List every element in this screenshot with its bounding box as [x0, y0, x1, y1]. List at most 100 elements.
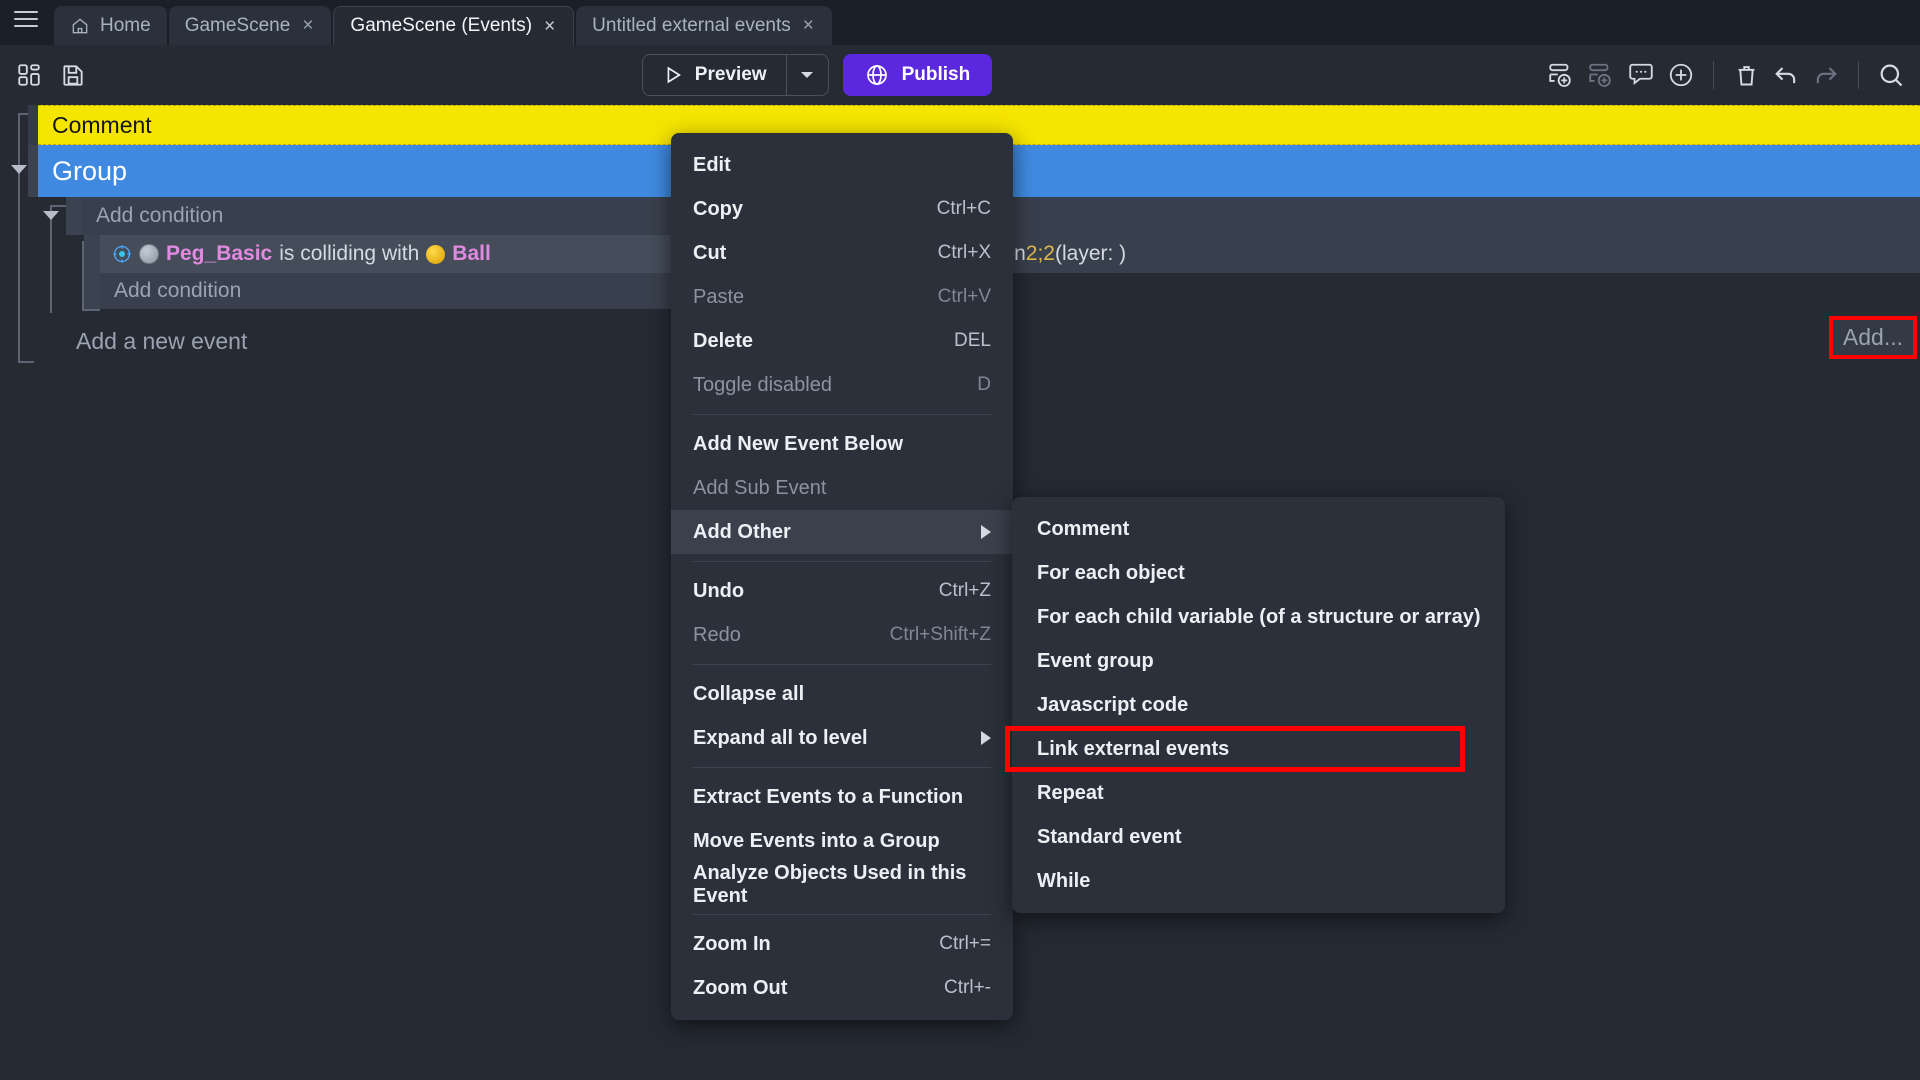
tab-bar: Home GameScene × GameScene (Events) × Un…	[0, 0, 1920, 45]
condition-gutter	[84, 235, 100, 309]
menu-item-add-sub-event: Add Sub Event	[671, 466, 1013, 510]
menu-item-shortcut: Ctrl+-	[944, 977, 991, 999]
submenu-item-label: For each child variable (of a structure …	[1037, 606, 1480, 629]
collapse-event-caret-icon[interactable]	[43, 211, 59, 220]
action-position-value: 2;2	[1026, 242, 1055, 266]
menu-item-label: Move Events into a Group	[693, 830, 940, 853]
submenu-item-link-external-events[interactable]: Link external events	[1012, 727, 1505, 771]
ball-circle-icon	[426, 245, 445, 264]
menu-item-copy[interactable]: Copy Ctrl+C	[671, 187, 1013, 231]
chevron-down-icon	[799, 67, 815, 83]
tab-home[interactable]: Home	[54, 6, 167, 45]
menu-item-edit[interactable]: Edit	[671, 143, 1013, 187]
submenu-item-for-each-object[interactable]: For each object	[1012, 551, 1505, 595]
tab-untitled-external-events[interactable]: Untitled external events ×	[576, 6, 832, 45]
menu-item-redo: Redo Ctrl+Shift+Z	[671, 613, 1013, 657]
tab-label: GameScene (Events)	[350, 15, 532, 37]
menu-item-zoom-in[interactable]: Zoom In Ctrl+=	[671, 922, 1013, 966]
submenu-item-standard-event[interactable]: Standard event	[1012, 815, 1505, 859]
open-project-manager-icon[interactable]	[14, 60, 44, 90]
submenu-item-label: Standard event	[1037, 826, 1181, 849]
menu-item-label: Edit	[693, 154, 731, 177]
subevent-gutter	[66, 197, 82, 235]
add-event-icon[interactable]	[1546, 60, 1576, 90]
add-button[interactable]: Add...	[1833, 320, 1913, 355]
menu-item-label: Add Sub Event	[693, 477, 826, 500]
submenu-item-label: Javascript code	[1037, 694, 1188, 717]
menu-separator	[693, 914, 991, 915]
comment-text[interactable]: Comment	[52, 112, 152, 139]
add-comment-icon[interactable]	[1626, 60, 1656, 90]
menu-item-add-other[interactable]: Add Other	[671, 510, 1013, 554]
menu-separator	[693, 561, 991, 562]
submenu-item-event-group[interactable]: Event group	[1012, 639, 1505, 683]
menu-item-undo[interactable]: Undo Ctrl+Z	[671, 569, 1013, 613]
menu-item-shortcut: Ctrl+C	[937, 198, 991, 220]
menu-item-shortcut: DEL	[954, 330, 991, 352]
menu-separator	[693, 664, 991, 665]
submenu-item-label: While	[1037, 870, 1090, 893]
menu-item-cut[interactable]: Cut Ctrl+X	[671, 231, 1013, 275]
peg-circle-icon	[139, 244, 159, 264]
preview-dropdown-button[interactable]	[786, 55, 828, 95]
home-icon	[70, 16, 90, 36]
undo-icon[interactable]	[1771, 60, 1801, 90]
menu-item-extract-events-to-a-function[interactable]: Extract Events to a Function	[671, 775, 1013, 819]
condition-middle-text: is colliding with	[279, 242, 419, 266]
submenu-item-for-each-child-variable[interactable]: For each child variable (of a structure …	[1012, 595, 1505, 639]
add-other-icon[interactable]	[1666, 60, 1696, 90]
submenu-arrow-icon	[981, 731, 991, 745]
collapse-group-caret-icon[interactable]	[11, 165, 27, 174]
submenu-item-javascript-code[interactable]: Javascript code	[1012, 683, 1505, 727]
add-other-submenu: Comment For each object For each child v…	[1012, 497, 1505, 913]
submenu-item-comment[interactable]: Comment	[1012, 507, 1505, 551]
add-condition-label: Add condition	[96, 204, 223, 228]
menu-item-shortcut: Ctrl+V	[938, 286, 991, 308]
menu-item-label: Redo	[693, 624, 741, 647]
condition-object-b: Ball	[452, 242, 491, 266]
menu-item-add-new-event-below[interactable]: Add New Event Below	[671, 422, 1013, 466]
publish-button[interactable]: Publish	[843, 54, 993, 96]
toolbar-left-group	[0, 60, 88, 90]
delete-icon[interactable]	[1731, 60, 1761, 90]
menu-separator	[693, 414, 991, 415]
hamburger-icon[interactable]	[0, 0, 52, 45]
submenu-item-label: Event group	[1037, 650, 1154, 673]
toolbar-separator	[1713, 61, 1714, 89]
tree-line	[18, 113, 20, 363]
group-title[interactable]: Group	[52, 156, 127, 187]
submenu-item-while[interactable]: While	[1012, 859, 1505, 903]
menu-item-move-events-into-a-group[interactable]: Move Events into a Group	[671, 819, 1013, 863]
tab-close-icon[interactable]: ×	[300, 16, 315, 35]
toolbar-center-group: Preview Publish	[88, 54, 1546, 96]
search-icon[interactable]	[1876, 60, 1906, 90]
action-row[interactable]: Basic at position 2;2 (layer: )	[860, 235, 1920, 273]
menu-item-toggle-disabled: Toggle disabled D	[671, 363, 1013, 407]
menu-item-collapse-all[interactable]: Collapse all	[671, 672, 1013, 716]
menu-item-expand-all-to-level[interactable]: Expand all to level	[671, 716, 1013, 760]
tab-gamescene[interactable]: GameScene ×	[169, 6, 332, 45]
add-sub-event-icon[interactable]	[1586, 60, 1616, 90]
submenu-item-repeat[interactable]: Repeat	[1012, 771, 1505, 815]
tab-close-icon[interactable]: ×	[801, 16, 816, 35]
toolbar-separator	[1858, 61, 1859, 89]
menu-item-zoom-out[interactable]: Zoom Out Ctrl+-	[671, 966, 1013, 1010]
tree-line	[50, 205, 66, 207]
menu-item-delete[interactable]: Delete DEL	[671, 319, 1013, 363]
play-icon	[662, 64, 684, 86]
menu-item-label: Collapse all	[693, 683, 804, 706]
tab-close-icon[interactable]: ×	[542, 17, 557, 36]
redo-icon[interactable]	[1811, 60, 1841, 90]
menu-item-label: Analyze Objects Used in this Event	[693, 862, 991, 908]
tab-gamescene-events[interactable]: GameScene (Events) ×	[333, 6, 574, 45]
tree-line	[18, 361, 34, 363]
menu-item-shortcut: D	[977, 374, 991, 396]
tree-line	[82, 309, 100, 311]
menu-item-shortcut: Ctrl+Shift+Z	[890, 624, 991, 646]
menu-item-label: Add Other	[693, 521, 791, 544]
preview-button[interactable]: Preview	[643, 55, 786, 95]
menu-item-analyze-objects-used-in-this-event[interactable]: Analyze Objects Used in this Event	[671, 863, 1013, 907]
save-icon[interactable]	[58, 60, 88, 90]
submenu-item-label: Link external events	[1037, 738, 1229, 761]
toolbar-right-group	[1546, 60, 1920, 90]
